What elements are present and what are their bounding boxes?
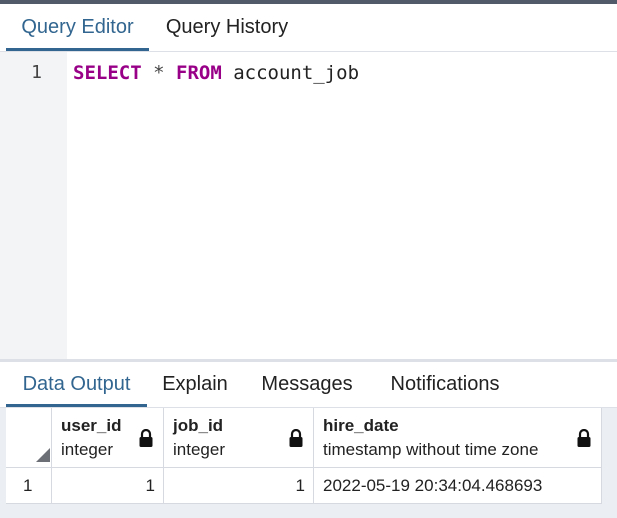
cell-user-id[interactable]: 1 (52, 468, 164, 504)
sql-keyword-from: FROM (176, 62, 222, 84)
lock-icon (139, 429, 153, 447)
tab-notifications[interactable]: Notifications (372, 362, 518, 407)
query-editor[interactable]: 1 SELECT * FROM account_job (0, 52, 617, 359)
tab-messages[interactable]: Messages (245, 362, 369, 407)
column-header-job-id[interactable]: job_id integer (164, 408, 314, 468)
row-selector-header[interactable] (6, 408, 52, 468)
column-type: timestamp without time zone (323, 440, 539, 459)
sql-keyword-select: SELECT (73, 62, 142, 84)
tab-explain[interactable]: Explain (149, 362, 241, 407)
row-number[interactable]: 1 (6, 468, 52, 504)
column-header-hire-date[interactable]: hire_date timestamp without time zone (314, 408, 602, 468)
tab-query-history[interactable]: Query History (151, 4, 303, 51)
column-name: user_id (61, 416, 122, 435)
sql-code-line[interactable]: SELECT * FROM account_job (73, 62, 359, 84)
sort-corner-icon (36, 448, 50, 462)
column-name: job_id (173, 416, 224, 435)
lock-icon (577, 429, 591, 447)
column-type: integer (173, 440, 225, 459)
tab-query-editor[interactable]: Query Editor (6, 4, 149, 51)
editor-tab-bar: Query Editor Query History (0, 4, 617, 52)
sql-operator-star: * (153, 62, 165, 84)
tab-data-output[interactable]: Data Output (6, 362, 147, 407)
cell-hire-date[interactable]: 2022-05-19 20:34:04.468693 (314, 468, 602, 504)
line-number-gutter: 1 (0, 52, 67, 359)
column-type: integer (61, 440, 113, 459)
column-name: hire_date (323, 416, 399, 435)
result-tab-bar: Data Output Explain Messages Notificatio… (0, 362, 617, 408)
column-header-user-id[interactable]: user_id integer (52, 408, 164, 468)
cell-job-id[interactable]: 1 (164, 468, 314, 504)
line-number: 1 (31, 62, 42, 83)
data-output-grid: user_id integer job_id integer hire_date… (0, 408, 617, 518)
sql-table-identifier: account_job (233, 62, 360, 84)
lock-icon (289, 429, 303, 447)
